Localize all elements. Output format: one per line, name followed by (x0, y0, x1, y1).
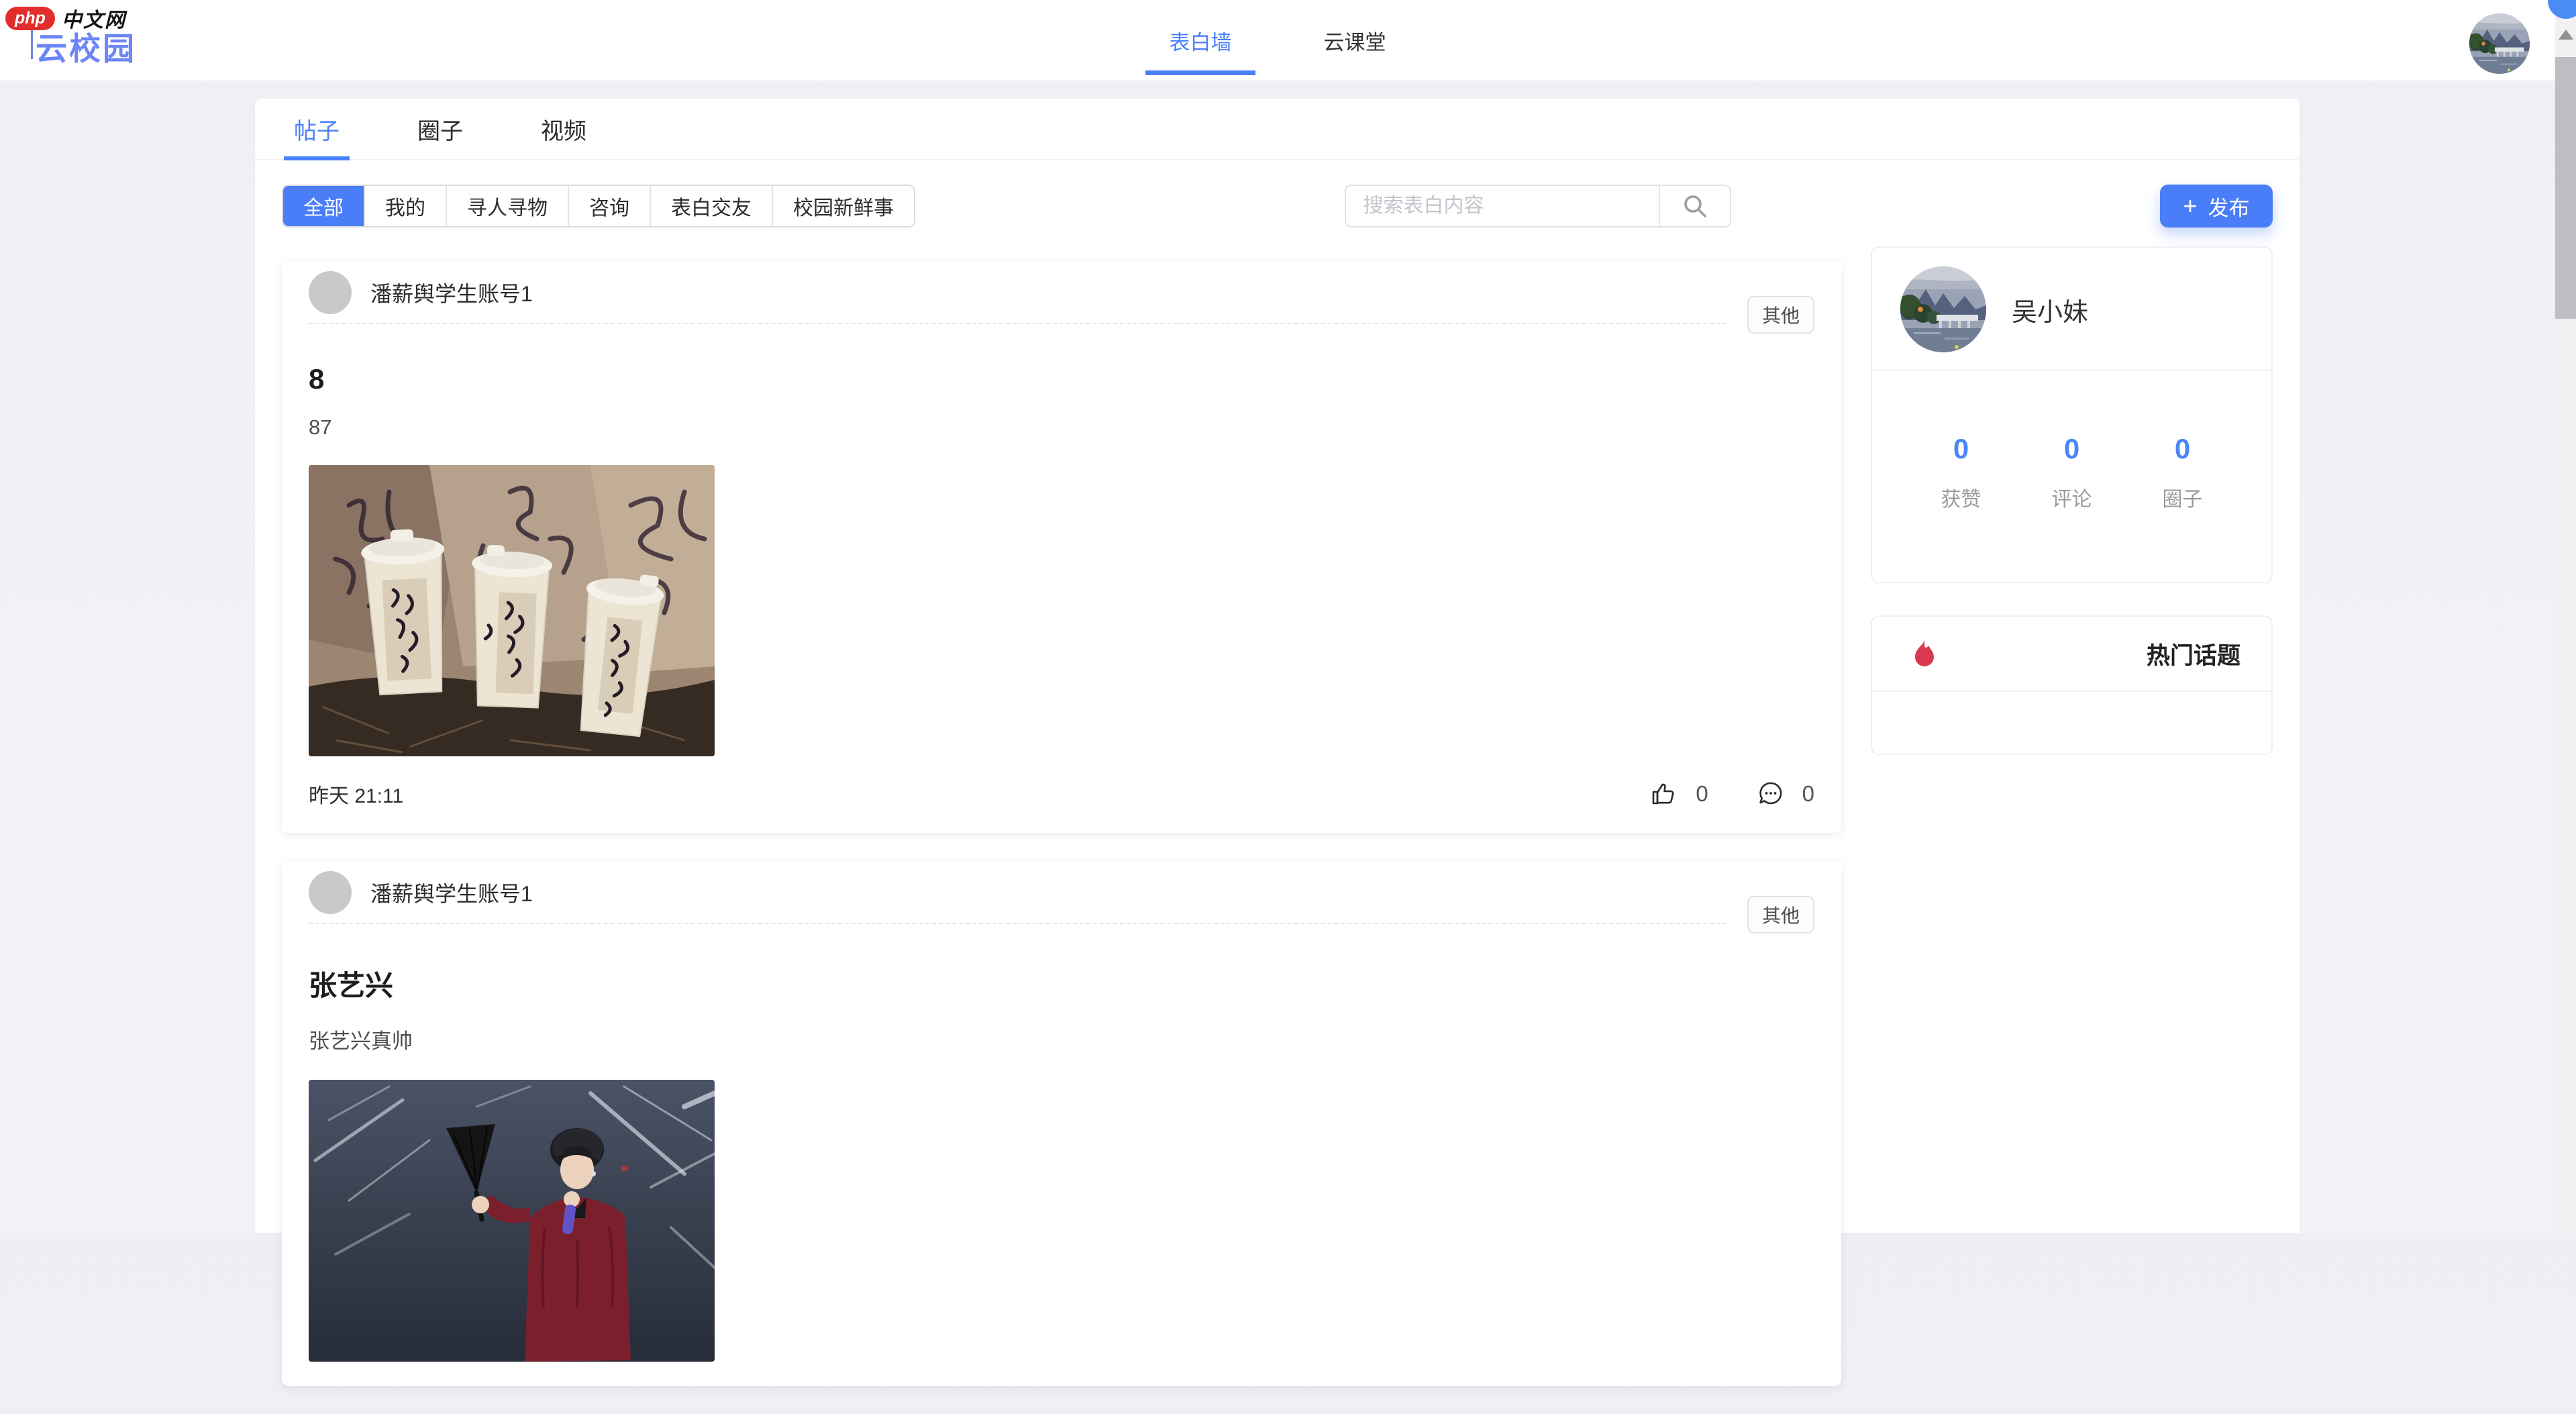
profile-stats: 0 获赞 0 评论 0 圈子 (1872, 371, 2271, 582)
hot-topics-header: 热门话题 (1872, 617, 2271, 692)
post-body: 张艺兴真帅 (309, 1024, 1814, 1054)
post-header: 潘薪舆学生账号1 其他 (309, 861, 1814, 924)
comment-icon (1757, 780, 1785, 808)
publish-label: 发布 (2208, 191, 2250, 221)
tab-label: 圈子 (417, 113, 463, 146)
post-footer: 昨天 21:11 0 (309, 779, 1814, 809)
dashed-divider (309, 923, 1727, 924)
nav-tab-confession-wall[interactable]: 表白墙 (1145, 0, 1255, 81)
plus-icon: + (2183, 192, 2197, 220)
content-row: 潘薪舆学生账号1 其他 8 87 (282, 246, 2273, 1414)
post-card: 潘薪舆学生账号1 其他 8 87 (282, 261, 1841, 833)
post-card: 潘薪舆学生账号1 其他 张艺兴 张艺兴真帅 (282, 861, 1841, 1386)
tab-label: 视频 (541, 113, 586, 146)
toolbar: 全部 我的 寻人寻物 咨询 表白交友 校园新鲜事 + 发布 (282, 185, 2273, 228)
nav-tab-label: 云课堂 (1324, 26, 1386, 56)
post-category-tag: 其他 (1747, 896, 1814, 933)
nav-tab-label: 表白墙 (1170, 26, 1232, 56)
post-header: 潘薪舆学生账号1 其他 (309, 261, 1814, 324)
stat-label: 获赞 (1906, 483, 2016, 512)
filter-lost-found[interactable]: 寻人寻物 (446, 186, 568, 226)
php-watermark: php 中文网 (5, 3, 126, 33)
category-filter-group: 全部 我的 寻人寻物 咨询 表白交友 校园新鲜事 (282, 185, 915, 228)
profile-name: 吴小妹 (2012, 291, 2088, 328)
top-nav: 表白墙 云课堂 (1145, 0, 1410, 81)
main-content-card: 帖子 圈子 视频 全部 我的 寻人寻物 咨询 表白交友 校园新鲜事 (255, 99, 2300, 1233)
stat-circles: 0 圈子 (2127, 433, 2238, 512)
post-photo-tea-cups[interactable] (309, 465, 715, 756)
post-actions: 0 0 (1650, 780, 1814, 808)
active-tab-underline (1145, 70, 1255, 75)
post-title: 张艺兴 (309, 963, 1814, 1004)
comment-button[interactable]: 0 (1757, 780, 1814, 808)
post-photo-concert[interactable] (309, 1080, 715, 1362)
like-button[interactable]: 0 (1650, 780, 1708, 808)
stat-label: 圈子 (2127, 483, 2238, 512)
post-category-tag: 其他 (1747, 296, 1814, 334)
filter-all[interactable]: 全部 (283, 186, 364, 226)
search-box (1345, 185, 1731, 228)
php-site-name: 中文网 (62, 3, 126, 33)
post-author-name[interactable]: 潘薪舆学生账号1 (370, 877, 533, 908)
stat-likes: 0 获赞 (1906, 433, 2016, 512)
profile-avatar[interactable] (1900, 266, 1986, 352)
post-title: 8 (309, 363, 1814, 395)
filter-mine[interactable]: 我的 (364, 186, 446, 226)
post-timestamp: 昨天 21:11 (309, 779, 403, 809)
publish-button[interactable]: + 发布 (2160, 185, 2273, 228)
stat-value: 0 (1906, 433, 2016, 465)
tab-label: 帖子 (294, 113, 340, 146)
stat-value: 0 (2016, 433, 2127, 465)
php-logo: php (5, 7, 55, 30)
filter-campus-news[interactable]: 校园新鲜事 (772, 186, 914, 226)
tab-circles[interactable]: 圈子 (378, 99, 502, 159)
stat-comments: 0 评论 (2016, 433, 2127, 512)
search-button[interactable] (1659, 186, 1730, 226)
posts-list: 潘薪舆学生账号1 其他 8 87 (282, 246, 1841, 1414)
scrollbar-thumb[interactable] (2555, 57, 2576, 319)
post-author-avatar (309, 271, 352, 314)
hot-topics-empty (1872, 692, 2271, 754)
post-body: 87 (309, 415, 1814, 440)
page-scrollbar (2555, 0, 2576, 1233)
active-tab-underline (284, 156, 350, 160)
profile-header: 吴小妹 (1872, 248, 2271, 371)
filter-confession[interactable]: 表白交友 (650, 186, 772, 226)
thumbs-up-icon (1650, 780, 1678, 808)
like-count: 0 (1696, 781, 1708, 807)
content-tabs: 帖子 圈子 视频 (255, 99, 2300, 160)
post-author-name[interactable]: 潘薪舆学生账号1 (370, 277, 533, 308)
dashed-divider (309, 323, 1727, 324)
hot-topics-card: 热门话题 (1871, 615, 2273, 755)
top-header: 云校园 表白墙 云课堂 (0, 0, 2555, 81)
flame-icon (1910, 637, 1938, 670)
stat-label: 评论 (2016, 483, 2127, 512)
search-input[interactable] (1346, 186, 1659, 226)
nav-tab-cloud-classroom[interactable]: 云课堂 (1300, 0, 1410, 81)
scroll-up-arrow-icon[interactable] (2559, 30, 2573, 40)
hot-topics-title: 热门话题 (2147, 637, 2240, 671)
user-avatar[interactable] (2469, 13, 2530, 74)
profile-card: 吴小妹 0 获赞 0 评论 0 圈子 (1871, 246, 2273, 583)
comment-count: 0 (1802, 781, 1814, 807)
post-author-avatar (309, 871, 352, 914)
tab-videos[interactable]: 视频 (502, 99, 625, 159)
filter-consult[interactable]: 咨询 (568, 186, 650, 226)
right-sidebar: 吴小妹 0 获赞 0 评论 0 圈子 (1871, 246, 2273, 755)
tab-posts[interactable]: 帖子 (255, 99, 378, 159)
stat-value: 0 (2127, 433, 2238, 465)
search-icon (1680, 191, 1710, 221)
